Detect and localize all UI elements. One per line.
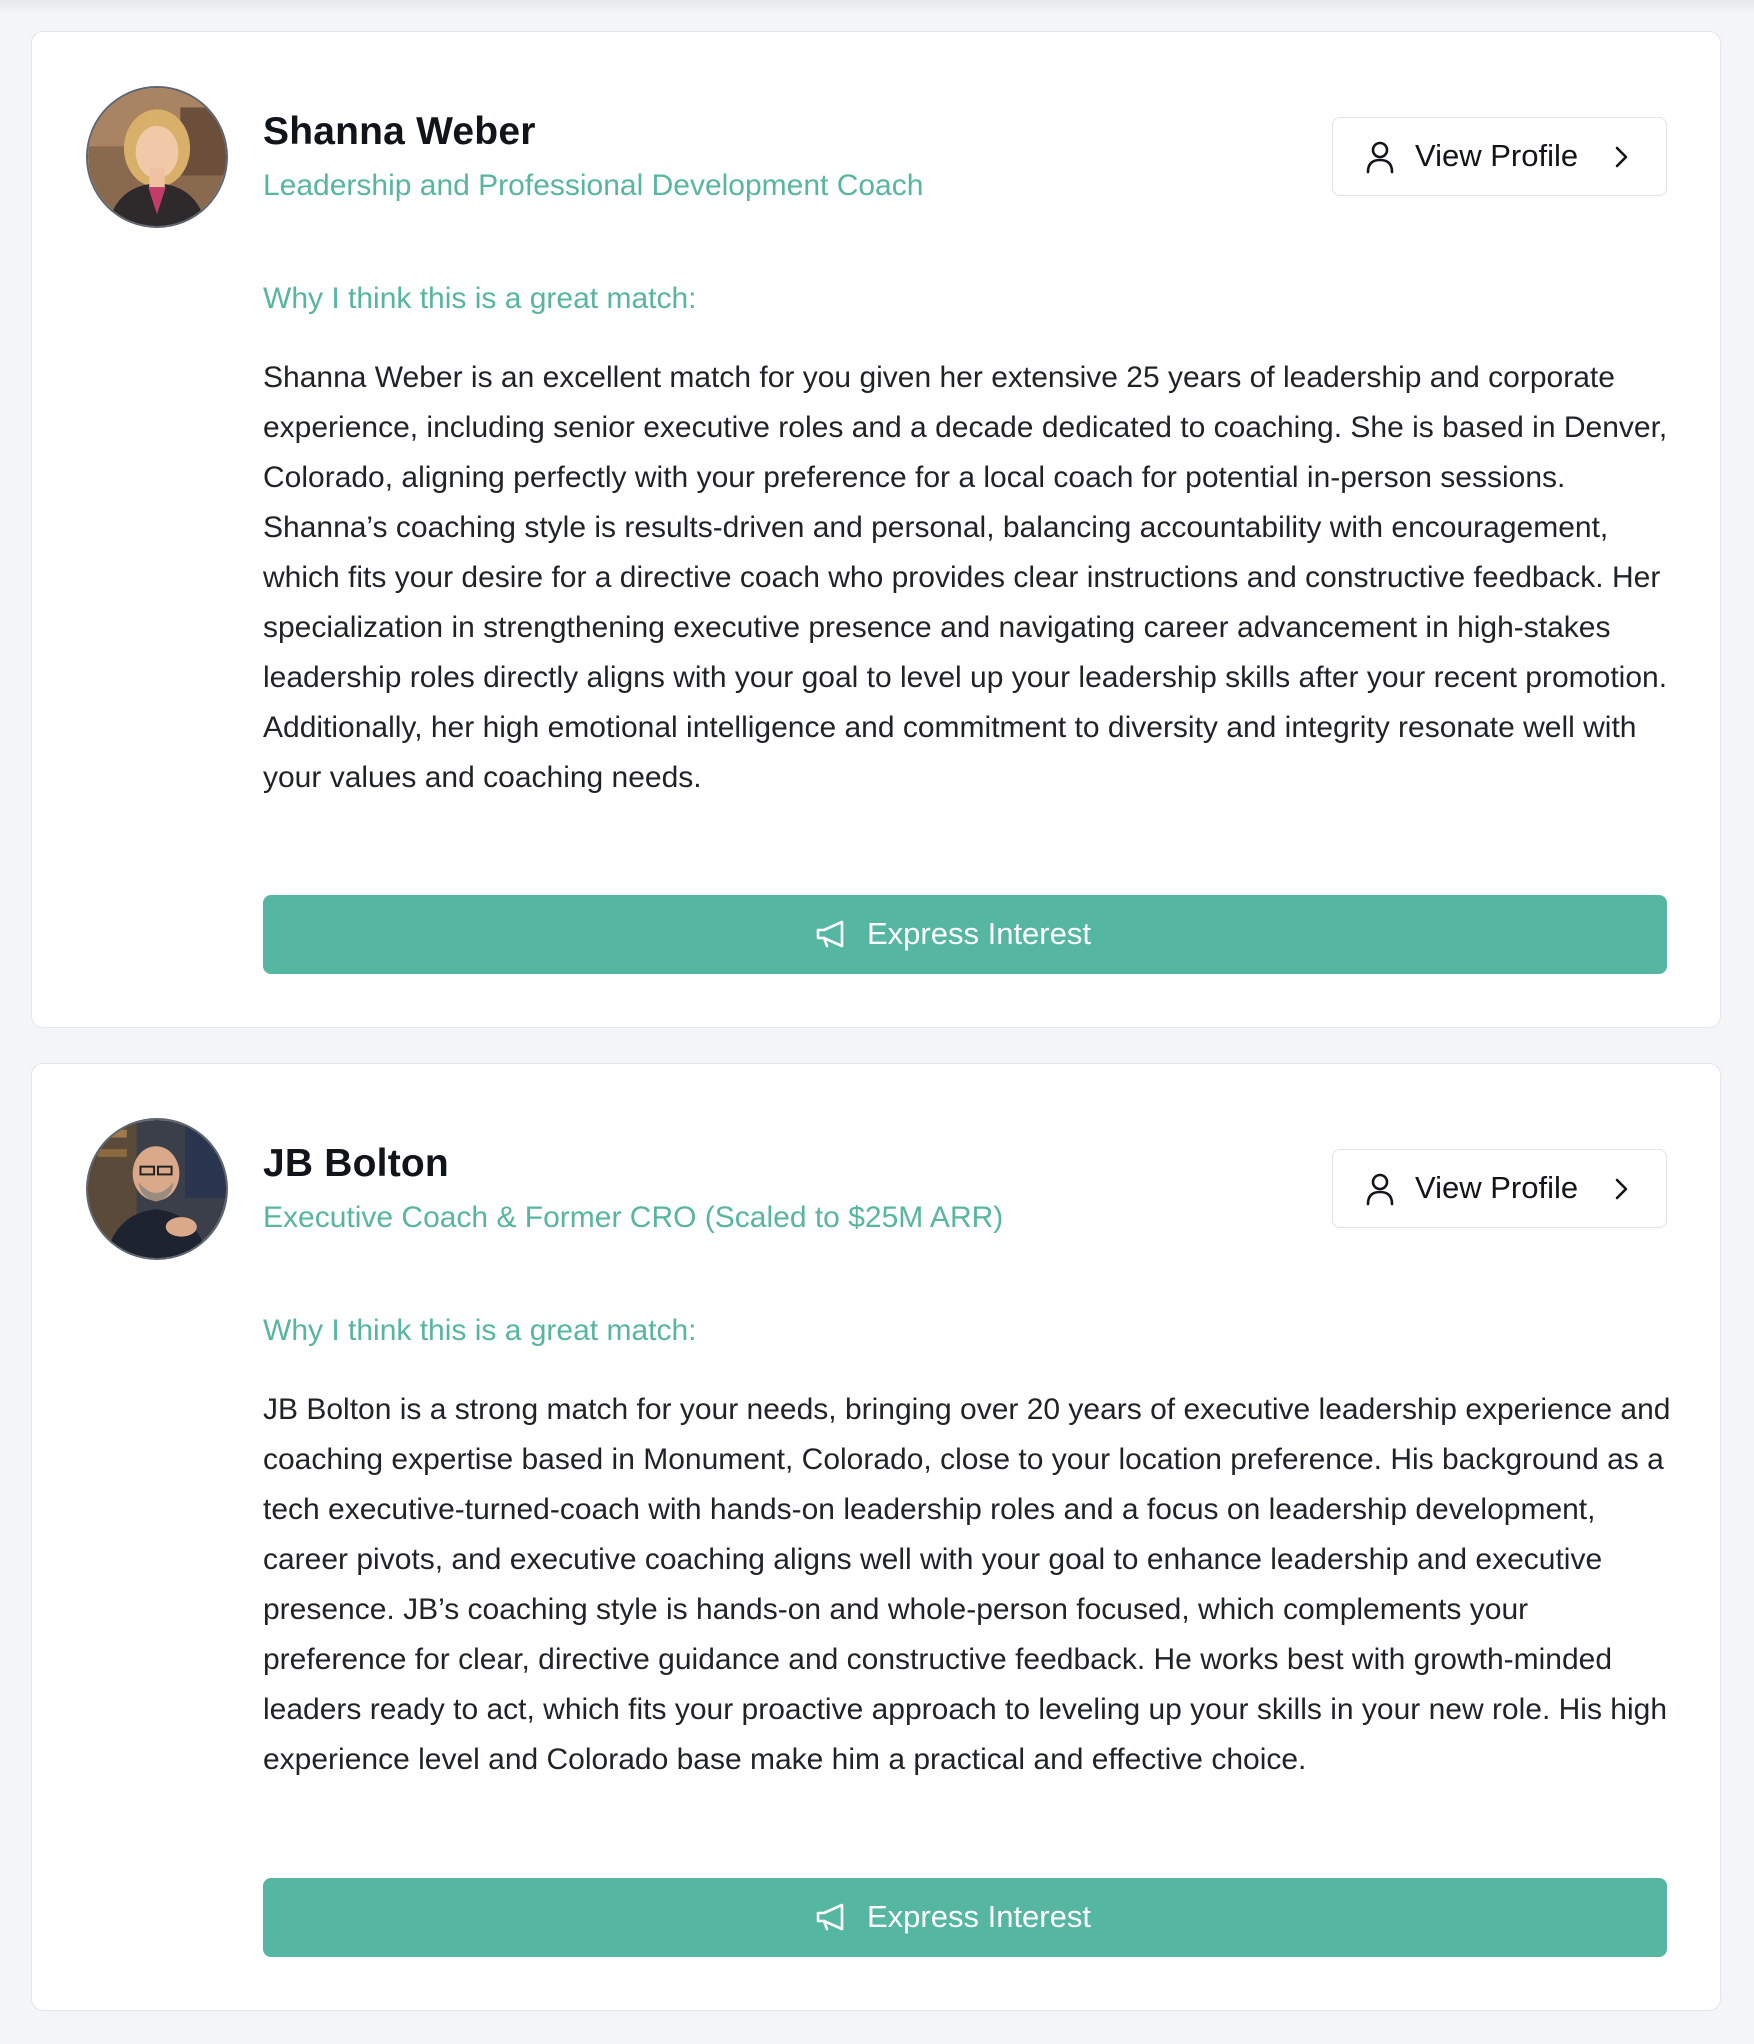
- express-interest-label: Express Interest: [867, 1899, 1091, 1934]
- express-interest-label: Express Interest: [867, 916, 1091, 951]
- coach-card: Shanna Weber Leadership and Professional…: [31, 31, 1721, 1028]
- avatar-photo: [88, 88, 226, 226]
- top-shadow: [0, 0, 1754, 14]
- coach-title: Executive Coach & Former CRO (Scaled to …: [263, 1201, 1004, 1234]
- megaphone-icon: [816, 1903, 844, 1931]
- avatar[interactable]: [86, 1118, 228, 1260]
- match-heading: Why I think this is a great match:: [263, 1314, 697, 1347]
- view-profile-button[interactable]: View Profile: [1332, 117, 1667, 196]
- match-heading: Why I think this is a great match:: [263, 282, 697, 315]
- chevron-right-icon: [1615, 1178, 1628, 1200]
- match-description: JB Bolton is a strong match for your nee…: [263, 1393, 1671, 1776]
- view-profile-button[interactable]: View Profile: [1332, 1149, 1667, 1228]
- express-interest-button[interactable]: Express Interest: [263, 1878, 1667, 1957]
- express-interest-button[interactable]: Express Interest: [263, 895, 1667, 974]
- view-profile-label: View Profile: [1415, 138, 1579, 173]
- megaphone-icon: [816, 920, 844, 948]
- user-icon: [1366, 1173, 1394, 1206]
- coach-card: JB Bolton Executive Coach & Former CRO (…: [31, 1063, 1721, 2011]
- coach-name: JB Bolton: [263, 1142, 449, 1185]
- avatar[interactable]: [86, 86, 228, 228]
- coach-name: Shanna Weber: [263, 110, 536, 153]
- view-profile-label: View Profile: [1415, 1170, 1579, 1205]
- chevron-right-icon: [1615, 146, 1628, 168]
- avatar-photo: [88, 1120, 226, 1258]
- match-description: Shanna Weber is an excellent match for y…: [263, 361, 1668, 794]
- user-icon: [1366, 141, 1394, 174]
- coach-title: Leadership and Professional Development …: [263, 169, 924, 202]
